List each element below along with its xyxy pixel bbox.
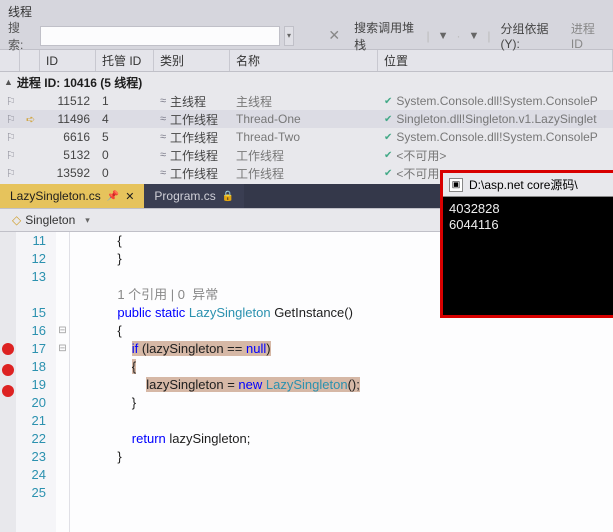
thread-icon: ≈ — [160, 167, 166, 179]
group-label: 进程 ID: 10416 (5 线程) — [17, 74, 142, 91]
group-by-label[interactable]: 分组依据(Y): — [497, 20, 563, 51]
console-title-text: D:\asp.net core源码\ — [469, 176, 578, 193]
tab-program[interactable]: Program.cs 🔒 — [144, 184, 244, 208]
col-name[interactable]: 名称 — [230, 50, 378, 71]
breakpoint-gutter[interactable] — [0, 232, 16, 532]
col-id[interactable]: ID — [40, 50, 96, 71]
location-icon: ✔ — [384, 168, 392, 179]
location-icon: ✔ — [384, 132, 392, 143]
table-row[interactable]: ⚐51320≈工作线程工作线程✔<不可用> — [0, 146, 613, 164]
table-row[interactable]: ⚐➪114964≈工作线程Thread-One✔Singleton.dll!Si… — [0, 110, 613, 128]
nav-namespace[interactable]: ◇ Singleton — [6, 213, 81, 227]
pin-icon[interactable]: 📌 — [107, 191, 119, 202]
breakpoint-icon[interactable] — [2, 385, 14, 397]
search-label: 搜索: — [4, 19, 36, 53]
collapse-icon[interactable]: ▲ — [4, 77, 17, 87]
flag-icon[interactable]: ⚐ — [6, 95, 16, 108]
console-line: 4032828 — [449, 201, 613, 217]
search-input[interactable] — [40, 26, 280, 46]
location-icon: ✔ — [384, 150, 392, 161]
thread-icon: ≈ — [160, 149, 166, 161]
tab-label: Program.cs — [154, 189, 215, 203]
current-thread-icon: ➪ — [26, 113, 35, 126]
flag-icon[interactable]: ⚐ — [6, 149, 16, 162]
chevron-down-icon[interactable]: ▾ — [85, 215, 90, 226]
console-line: 6044116 — [449, 217, 613, 233]
table-row[interactable]: ⚐115121≈主线程主线程✔System.Console.dll!System… — [0, 92, 613, 110]
col-managed-id[interactable]: 托管 ID — [96, 50, 154, 71]
filter-icon[interactable]: ▼ — [436, 30, 451, 42]
grid-group-row[interactable]: ▲ 进程 ID: 10416 (5 线程) — [0, 72, 613, 92]
location-icon: ✔ — [384, 96, 392, 107]
filter-icon-2[interactable]: ▼ — [467, 30, 482, 42]
thread-icon: ≈ — [160, 95, 166, 107]
clear-icon[interactable]: ✕ — [322, 27, 346, 44]
search-dropdown[interactable]: ▾ — [284, 26, 295, 46]
console-window[interactable]: ▣ D:\asp.net core源码\ 40328286044116 — [440, 170, 613, 318]
group-by-value[interactable]: 进程 ID — [567, 20, 609, 51]
flag-icon[interactable]: ⚐ — [6, 131, 16, 144]
tab-label: LazySingleton.cs — [10, 189, 101, 203]
lock-icon: 🔒 — [222, 191, 234, 202]
close-icon[interactable]: ✕ — [125, 190, 134, 203]
line-number-gutter: 1112131516171819202122232425 — [16, 232, 56, 532]
thread-icon: ≈ — [160, 131, 166, 143]
flag-icon[interactable]: ⚐ — [6, 113, 16, 126]
toolbar: 搜索: ▾ ✕ 搜索调用堆栈 | ▼ · ▼ | 分组依据(Y): 进程 ID — [0, 22, 613, 50]
thread-grid: ID 托管 ID 类别 名称 位置 ▲ 进程 ID: 10416 (5 线程) … — [0, 50, 613, 182]
grid-header: ID 托管 ID 类别 名称 位置 — [0, 50, 613, 72]
table-row[interactable]: ⚐66165≈工作线程Thread-Two✔System.Console.dll… — [0, 128, 613, 146]
col-category[interactable]: 类别 — [154, 50, 230, 71]
tab-lazysingleton[interactable]: LazySingleton.cs 📌 ✕ — [0, 184, 144, 208]
location-icon: ✔ — [384, 114, 392, 125]
fold-gutter[interactable]: ⊟⊟ — [56, 232, 70, 532]
console-title-bar[interactable]: ▣ D:\asp.net core源码\ — [443, 173, 613, 197]
search-callstack-link[interactable]: 搜索调用堆栈 — [350, 19, 420, 53]
breakpoint-icon[interactable] — [2, 364, 14, 376]
namespace-icon: ◇ — [12, 213, 21, 227]
window-title: 线程 — [0, 0, 613, 22]
breakpoint-icon[interactable] — [2, 343, 14, 355]
console-icon: ▣ — [449, 178, 463, 192]
separator: | — [485, 29, 492, 43]
nav-namespace-label: Singleton — [25, 213, 75, 227]
col-location[interactable]: 位置 — [378, 50, 613, 71]
thread-icon: ≈ — [160, 113, 166, 125]
console-output: 40328286044116 — [443, 197, 613, 315]
flag-icon[interactable]: ⚐ — [6, 167, 16, 180]
separator: | — [425, 29, 432, 43]
